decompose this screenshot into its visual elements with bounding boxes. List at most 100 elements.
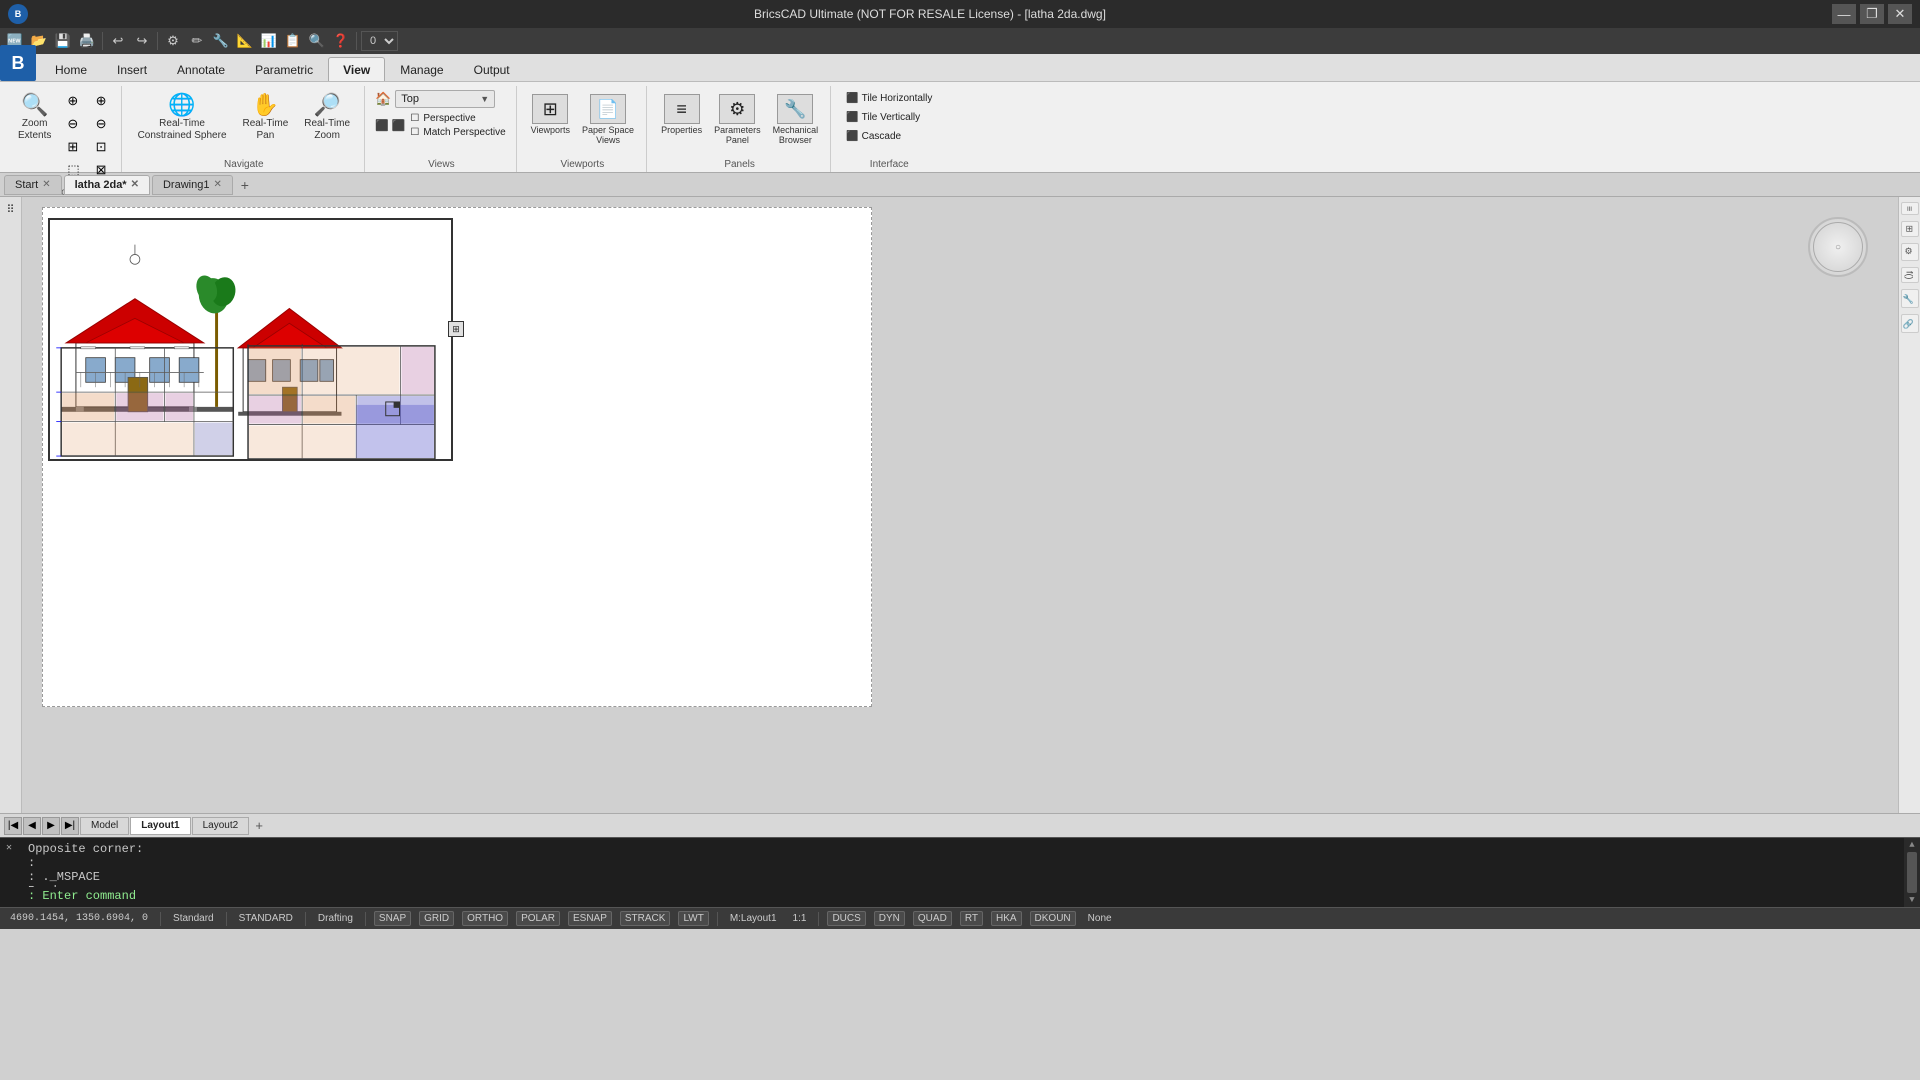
zoom-sm1-button[interactable]: ⊕ bbox=[90, 90, 113, 112]
viewports-button[interactable]: ⊞ Viewports bbox=[527, 90, 574, 139]
tab-latha[interactable]: latha 2da* ✕ bbox=[64, 175, 150, 195]
zoom-in-button[interactable]: ⊕ bbox=[61, 90, 85, 112]
qa-save-button[interactable]: 💾 bbox=[52, 30, 74, 52]
polar-button[interactable]: POLAR bbox=[516, 911, 560, 926]
qa-help-button[interactable]: ❓ bbox=[330, 30, 352, 52]
layer-dropdown[interactable]: 0 bbox=[361, 31, 398, 51]
close-button[interactable]: ✕ bbox=[1888, 4, 1912, 24]
lwt-button[interactable]: LWT bbox=[678, 911, 708, 926]
tab-parametric[interactable]: Parametric bbox=[240, 57, 328, 81]
nav-prev-button[interactable]: ◀ bbox=[23, 817, 41, 835]
esnap-button[interactable]: ESNAP bbox=[568, 911, 612, 926]
add-tab-button[interactable]: + bbox=[235, 175, 255, 195]
zoom-extents-button[interactable]: 🔍 ZoomExtents bbox=[12, 90, 57, 146]
strack-button[interactable]: STRACK bbox=[620, 911, 671, 926]
tile-horizontally-button[interactable]: ⬛ Tile Horizontally bbox=[841, 90, 937, 107]
tab-drawing1-close[interactable]: ✕ bbox=[213, 179, 221, 190]
dkoun-button[interactable]: DKOUN bbox=[1030, 911, 1076, 926]
viewport-handle[interactable]: ⊞ bbox=[448, 321, 464, 337]
hka-button[interactable]: HKA bbox=[991, 911, 1022, 926]
realtime-zoom-button[interactable]: 🔎 Real-TimeZoom bbox=[298, 90, 356, 146]
quad-button[interactable]: QUAD bbox=[913, 911, 952, 926]
qa-extra6-button[interactable]: 📋 bbox=[282, 30, 304, 52]
minimize-button[interactable]: — bbox=[1832, 4, 1856, 24]
tab-latha-close[interactable]: ✕ bbox=[131, 179, 139, 190]
ribbon: B Home Insert Annotate Parametric View M… bbox=[0, 54, 1920, 173]
add-layout-button[interactable]: + bbox=[250, 817, 268, 835]
title-bar: B BricsCAD Ultimate (NOT FOR RESALE Lice… bbox=[0, 0, 1920, 28]
nav-next-button[interactable]: ▶ bbox=[42, 817, 60, 835]
ortho-button[interactable]: ORTHO bbox=[462, 911, 508, 926]
zoom-sm2-button[interactable]: ⊖ bbox=[90, 113, 113, 135]
qa-print-button[interactable]: 🖨️ bbox=[76, 30, 98, 52]
status-scale[interactable]: 1:1 bbox=[789, 913, 811, 924]
zoom-all-button[interactable]: ⊞ bbox=[61, 136, 85, 158]
references-panel-tab[interactable]: 🔗 bbox=[1901, 314, 1919, 333]
realtime-constrained-button[interactable]: 🌐 Real-TimeConstrained Sphere bbox=[132, 90, 233, 146]
tab-annotate[interactable]: Annotate bbox=[162, 57, 240, 81]
constraints-panel-tab[interactable]: ⚙ bbox=[1901, 243, 1919, 261]
formula-panel-tab[interactable]: f() bbox=[1901, 267, 1919, 284]
qa-extra3-button[interactable]: 🔧 bbox=[210, 30, 232, 52]
layout1-tab[interactable]: Layout1 bbox=[130, 817, 190, 835]
window-title: BricsCAD Ultimate (NOT FOR RESALE Licens… bbox=[28, 7, 1832, 21]
command-close-icon[interactable]: ✕ bbox=[6, 842, 12, 854]
tab-home[interactable]: Home bbox=[40, 57, 102, 81]
zoom-small-buttons-2: ⊕ ⊖ ⊡ ⊠ bbox=[90, 90, 113, 181]
qa-extra4-button[interactable]: 📐 bbox=[234, 30, 256, 52]
qa-extra7-button[interactable]: 🔍 bbox=[306, 30, 328, 52]
properties-panel-tab[interactable]: ⊞ bbox=[1901, 221, 1919, 237]
tab-insert[interactable]: Insert bbox=[102, 57, 162, 81]
status-standard[interactable]: Standard bbox=[169, 913, 218, 924]
tile-vertically-button[interactable]: ⬛ Tile Vertically bbox=[841, 109, 937, 126]
qa-extra2-button[interactable]: ✏ bbox=[186, 30, 208, 52]
ducs-button[interactable]: DUCS bbox=[827, 911, 865, 926]
tab-output[interactable]: Output bbox=[459, 57, 525, 81]
command-prompt: : Enter command bbox=[28, 889, 136, 903]
status-drafting[interactable]: Drafting bbox=[314, 913, 357, 924]
qa-redo-button[interactable]: ↪ bbox=[131, 30, 153, 52]
mechanical-panel-tab[interactable]: 🔧 bbox=[1901, 289, 1919, 308]
interface-group-title: Interface bbox=[839, 157, 939, 172]
model-tab[interactable]: Model bbox=[80, 817, 129, 835]
cascade-button[interactable]: ⬛ Cascade bbox=[841, 128, 937, 145]
command-scrollbar[interactable]: ▲ ▼ bbox=[1904, 838, 1920, 907]
tab-manage[interactable]: Manage bbox=[385, 57, 458, 81]
zoom-sm3-button[interactable]: ⊡ bbox=[90, 136, 113, 158]
qa-undo-button[interactable]: ↩ bbox=[107, 30, 129, 52]
bricscad-home-button[interactable]: B bbox=[0, 45, 36, 81]
match-perspective-option[interactable]: ☐ Match Perspective bbox=[408, 126, 507, 139]
views-dropdown[interactable]: Top ▼ bbox=[395, 90, 495, 108]
sidebar-snap-icon[interactable]: ⠿ bbox=[4, 201, 16, 218]
parameters-panel-button[interactable]: ⚙ ParametersPanel bbox=[710, 90, 765, 149]
status-none[interactable]: None bbox=[1084, 913, 1116, 924]
scroll-up-arrow[interactable]: ▲ bbox=[1909, 840, 1914, 850]
layout2-tab[interactable]: Layout2 bbox=[192, 817, 250, 835]
realtime-pan-button[interactable]: ✋ Real-TimePan bbox=[237, 90, 295, 146]
zoom-out-button[interactable]: ⊖ bbox=[61, 113, 85, 135]
grid-button[interactable]: GRID bbox=[419, 911, 454, 926]
status-mlayout[interactable]: M:Layout1 bbox=[726, 913, 781, 924]
nav-last-button[interactable]: ▶| bbox=[61, 817, 79, 835]
snap-button[interactable]: SNAP bbox=[374, 911, 411, 926]
tab-drawing1[interactable]: Drawing1 ✕ bbox=[152, 175, 233, 195]
qa-extra5-button[interactable]: 📊 bbox=[258, 30, 280, 52]
restore-button[interactable]: ❐ bbox=[1860, 4, 1884, 24]
qa-extra1-button[interactable]: ⚙ bbox=[162, 30, 184, 52]
properties-button[interactable]: ≡ Properties bbox=[657, 90, 706, 139]
scroll-thumb[interactable] bbox=[1907, 852, 1917, 893]
rt-button[interactable]: RT bbox=[960, 911, 983, 926]
perspective-option[interactable]: ☐ Perspective bbox=[408, 112, 507, 125]
status-text-standard[interactable]: STANDARD bbox=[235, 913, 297, 924]
tab-start-close[interactable]: ✕ bbox=[42, 179, 50, 190]
tab-start[interactable]: Start ✕ bbox=[4, 175, 62, 195]
dyn-button[interactable]: DYN bbox=[874, 911, 905, 926]
nav-first-button[interactable]: |◀ bbox=[4, 817, 22, 835]
mechanical-browser-button[interactable]: 🔧 MechanicalBrowser bbox=[769, 90, 823, 149]
tab-view[interactable]: View bbox=[328, 57, 385, 81]
canvas-area[interactable]: ⊞ ○ bbox=[22, 197, 1898, 813]
paper-space-views-button[interactable]: 📄 Paper SpaceViews bbox=[578, 90, 638, 149]
zoom-extents-icon: 🔍 bbox=[21, 94, 48, 116]
layers-panel-tab[interactable]: ≡ bbox=[1901, 202, 1919, 215]
scroll-down-arrow[interactable]: ▼ bbox=[1909, 895, 1914, 905]
